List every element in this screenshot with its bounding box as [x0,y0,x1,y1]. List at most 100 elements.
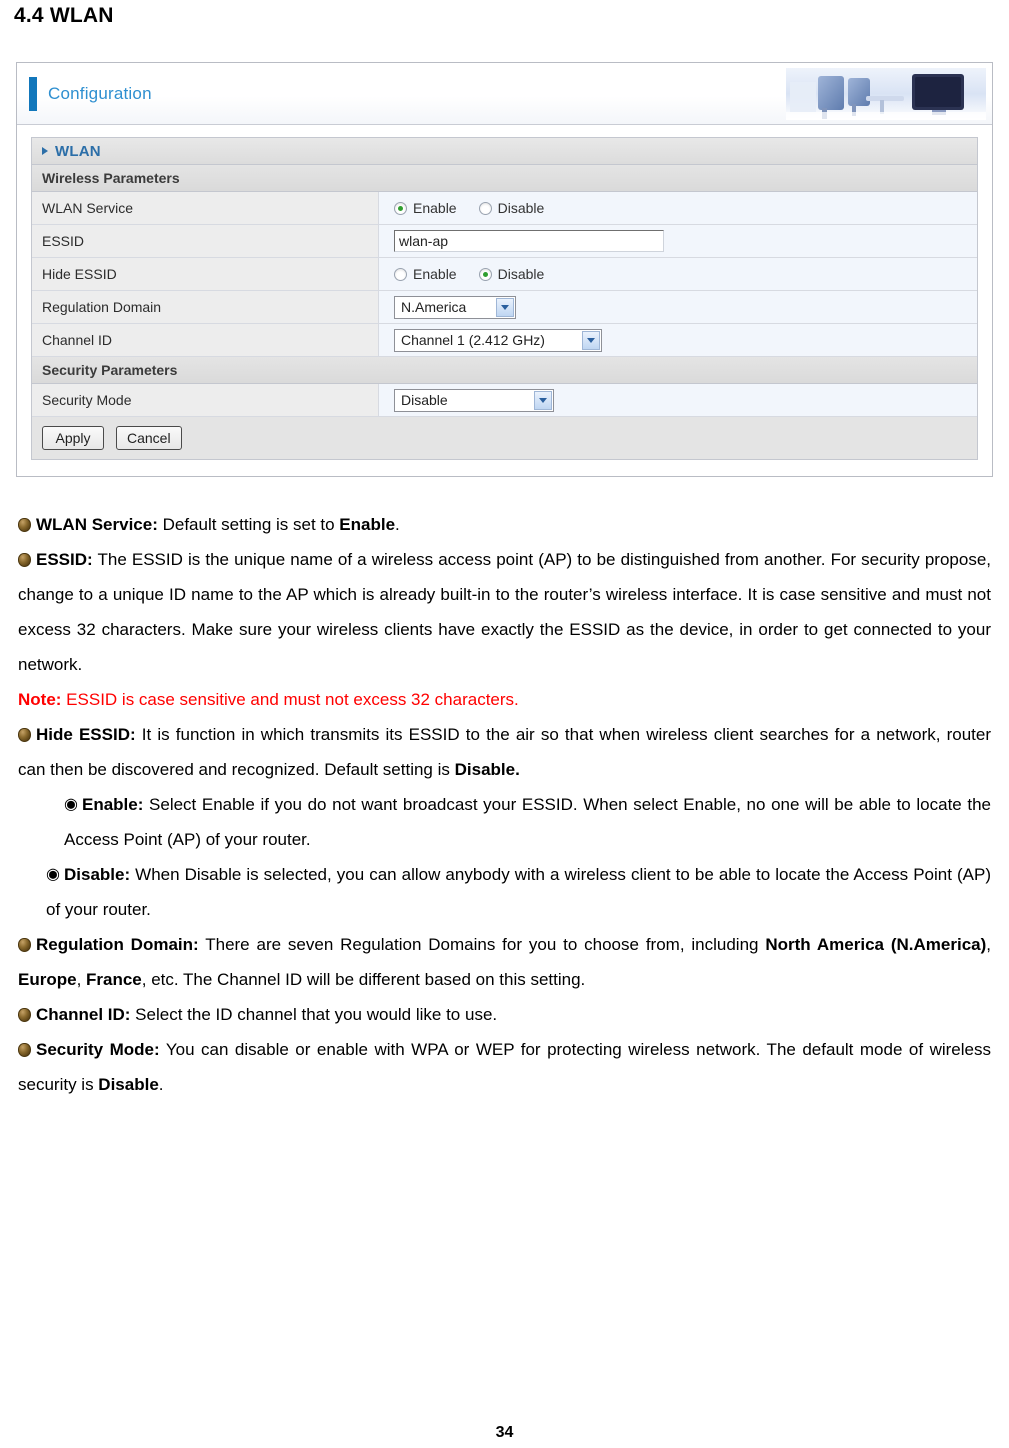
button-row: Apply Cancel [32,417,977,459]
office-photo-svg [786,68,986,120]
text: Default setting is set to [157,515,340,534]
row-wlan-service: WLAN Service Enable Disable [32,192,977,225]
radio-hide-essid-enable[interactable]: Enable [394,266,457,282]
emphasis: Enable [339,515,396,534]
radio-label: Enable [413,266,457,282]
radio-group-hide-essid: Enable Disable [394,266,544,282]
chevron-down-icon [534,390,552,410]
emphasis: Disable [98,1075,159,1094]
para-regulation-domain: Regulation Domain: There are seven Regul… [18,927,991,997]
label-security-mode: Security Mode [32,384,379,416]
label-essid: ESSID [32,225,379,257]
office-photo-banner [786,68,986,120]
accent-bar-icon [29,76,37,111]
triangle-marker-icon [42,147,48,155]
screenshot-header: Configuration [17,63,992,125]
sphere-bullet-icon [18,518,31,532]
radio-dot-selected-icon [478,267,492,281]
group-header-wireless-parameters: Wireless Parameters [32,165,977,192]
text: When Disable is selected, you can allow … [46,865,991,919]
emphasis: Europe [18,970,77,989]
security-mode-select[interactable]: Disable [394,388,554,412]
term-wlan-service: WLAN Service: [36,515,158,534]
term-security-mode: Security Mode: [36,1040,160,1059]
value-hide-essid: Enable Disable [379,258,977,290]
value-wlan-service: Enable Disable [379,192,977,224]
label-regulation-domain: Regulation Domain [32,291,379,323]
channel-id-selected-value: Channel 1 (2.412 GHz) [401,332,545,348]
value-essid: wlan-ap [379,225,977,257]
label-wlan-service: WLAN Service [32,192,379,224]
term-channel-id: Channel ID: [36,1005,131,1024]
essid-input[interactable]: wlan-ap [394,230,664,252]
text: . [395,515,400,534]
para-hide-essid-enable: ◉ Enable: Select Enable if you do not wan… [18,787,991,857]
para-wlan-service: WLAN Service: Default setting is set to … [18,507,991,542]
value-channel-id: Channel 1 (2.412 GHz) [379,324,977,356]
radio-wlan-service-disable[interactable]: Disable [478,200,545,216]
radio-dot-icon [394,267,407,281]
label-hide-essid: Hide ESSID [32,258,379,290]
emphasis: France [86,970,142,989]
para-hide-essid-disable: ◉ Disable: When Disable is selected, you … [18,857,991,927]
regulation-domain-selected-value: N.America [401,299,467,315]
emphasis: Disable. [454,760,520,779]
cancel-button[interactable]: Cancel [116,426,182,450]
sphere-bullet-icon [18,1008,31,1022]
sphere-bullet-icon [18,938,31,952]
chevron-down-icon [582,330,600,350]
emphasis: North America (N.America) [765,935,987,954]
para-note: Note: ESSID is case sensitive and must n… [18,682,991,717]
chevron-down-icon [496,297,514,317]
note-text: ESSID is case sensitive and must not exc… [61,690,519,709]
text: , etc. The Channel ID will be different … [141,970,586,989]
apply-button[interactable]: Apply [42,426,104,450]
para-essid: ESSID: The ESSID is the unique name of a… [18,542,991,682]
row-channel-id: Channel ID Channel 1 (2.412 GHz) [32,324,977,357]
text: There are seven Regulation Domains for y… [198,935,766,954]
page-title: 4.4 WLAN [14,4,114,27]
text: , [986,935,991,954]
label-channel-id: Channel ID [32,324,379,356]
radio-group-wlan-service: Enable Disable [394,200,544,216]
row-regulation-domain: Regulation Domain N.America [32,291,977,324]
radio-wlan-service-enable[interactable]: Enable [394,200,457,216]
radio-dot-icon [478,201,492,215]
value-security-mode: Disable [379,384,977,416]
term-enable: Enable: [82,795,144,814]
circled-dot-bullet-icon: ◉ [64,796,78,813]
text: Select the ID channel that you would lik… [130,1005,498,1024]
radio-hide-essid-disable[interactable]: Disable [478,266,545,282]
section-header-wlan-label: WLAN [55,142,101,160]
document-page: 4.4 WLAN Configuration WLAN Wireless Par… [0,0,1009,1448]
configuration-title: Configuration [48,83,152,103]
text: You can disable or enable with WPA or WE… [18,1040,991,1094]
text: , [76,970,87,989]
note-label: Note: [18,690,62,709]
radio-label: Disable [497,200,545,216]
channel-id-select[interactable]: Channel 1 (2.412 GHz) [394,328,602,352]
screenshot-body: WLAN Wireless Parameters WLAN Service En… [17,125,992,476]
text: The ESSID is the unique name of a wirele… [18,550,991,674]
radio-label: Disable [497,266,545,282]
term-essid: ESSID: [36,550,93,569]
regulation-domain-select[interactable]: N.America [394,295,516,319]
config-panel: Wireless Parameters WLAN Service Enable [31,165,978,460]
circled-dot-bullet-icon: ◉ [46,866,60,883]
row-security-mode: Security Mode Disable [32,384,977,417]
row-hide-essid: Hide ESSID Enable Disable [32,258,977,291]
para-hide-essid: Hide ESSID: It is function in which tran… [18,717,991,787]
sphere-bullet-icon [18,728,31,742]
router-config-screenshot: Configuration WLAN Wireless Parameters W… [16,62,993,477]
radio-dot-selected-icon [394,201,407,215]
description-body: WLAN Service: Default setting is set to … [8,507,1001,1102]
page-number: 34 [495,1424,514,1441]
value-regulation-domain: N.America [379,291,977,323]
section-header-wlan: WLAN [31,137,978,165]
para-security-mode: Security Mode: You can disable or enable… [18,1032,991,1102]
row-essid: ESSID wlan-ap [32,225,977,258]
term-disable: Disable: [64,865,131,884]
sphere-bullet-icon [18,1043,31,1057]
sphere-bullet-icon [18,553,31,567]
term-hide-essid: Hide ESSID: [36,725,136,744]
